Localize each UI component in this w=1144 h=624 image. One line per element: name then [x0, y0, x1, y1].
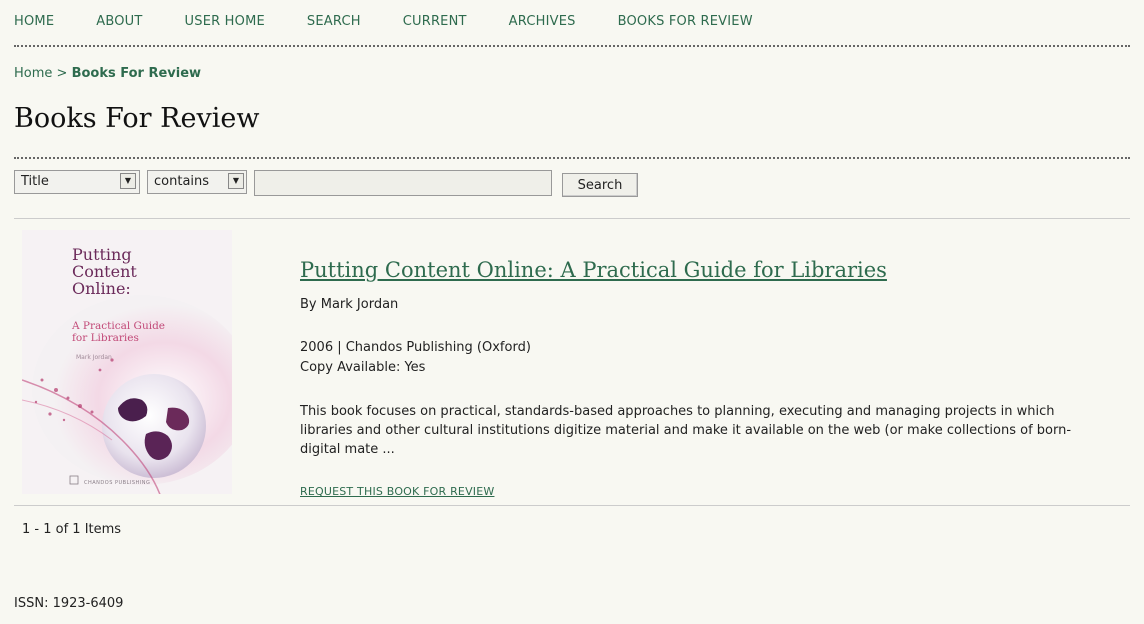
breadcrumb-home-link[interactable]: Home	[14, 66, 52, 81]
breadcrumb-separator: >	[56, 66, 68, 81]
page: HOME ABOUT USER HOME SEARCH CURRENT ARCH…	[0, 0, 1144, 624]
nav-archives-link[interactable]: ARCHIVES	[509, 14, 576, 29]
breadcrumb: Home > Books For Review	[14, 66, 201, 81]
nav-divider	[14, 45, 1130, 47]
nav-books-for-review-link[interactable]: BOOKS FOR REVIEW	[618, 14, 753, 29]
title-divider	[14, 157, 1130, 159]
chevron-down-icon[interactable]: ▼	[120, 173, 136, 189]
cover-title-line: Content	[72, 262, 137, 281]
search-operator-select-value: contains	[154, 174, 210, 189]
page-title: Books For Review	[14, 103, 260, 134]
nav-home-link[interactable]: HOME	[14, 14, 54, 29]
book-publication-info: 2006 | Chandos Publishing (Oxford)	[300, 340, 531, 355]
request-review-link[interactable]: REQUEST THIS BOOK FOR REVIEW	[300, 485, 494, 498]
issn-footer: ISSN: 1923-6409	[14, 596, 124, 611]
search-field-select-value: Title	[21, 174, 49, 189]
results-bottom-divider	[14, 505, 1130, 506]
chevron-down-icon[interactable]: ▼	[228, 173, 244, 189]
cover-subtitle-line: for Libraries	[72, 332, 139, 344]
nav-search-link[interactable]: SEARCH	[307, 14, 361, 29]
cover-title-line: Putting	[72, 245, 132, 264]
cover-title: Putting Content Online:	[72, 246, 222, 297]
book-title-link[interactable]: Putting Content Online: A Practical Guid…	[300, 258, 887, 282]
top-navigation: HOME ABOUT USER HOME SEARCH CURRENT ARCH…	[14, 14, 1130, 29]
book-author: By Mark Jordan	[300, 297, 399, 312]
cover-title-line: Online:	[72, 279, 131, 298]
cover-subtitle: A Practical Guide for Libraries	[72, 320, 222, 344]
cover-publisher: CHANDOS PUBLISHING	[84, 480, 151, 486]
search-button[interactable]: Search	[562, 173, 638, 197]
breadcrumb-current-link[interactable]: Books For Review	[72, 66, 202, 81]
nav-user-home-link[interactable]: USER HOME	[185, 14, 265, 29]
book-description: This book focuses on practical, standard…	[300, 404, 1072, 457]
book-copy-available: Copy Available: Yes	[300, 360, 426, 375]
cover-author: Mark Jordan	[76, 354, 112, 361]
results-top-divider	[14, 218, 1130, 219]
pagination-summary: 1 - 1 of 1 Items	[22, 522, 122, 537]
cover-subtitle-line: A Practical Guide	[72, 320, 166, 332]
nav-about-link[interactable]: ABOUT	[96, 14, 142, 29]
search-input[interactable]	[254, 170, 552, 196]
book-cover-image[interactable]: Putting Content Online: A Practical Guid…	[22, 230, 232, 494]
nav-current-link[interactable]: CURRENT	[403, 14, 467, 29]
